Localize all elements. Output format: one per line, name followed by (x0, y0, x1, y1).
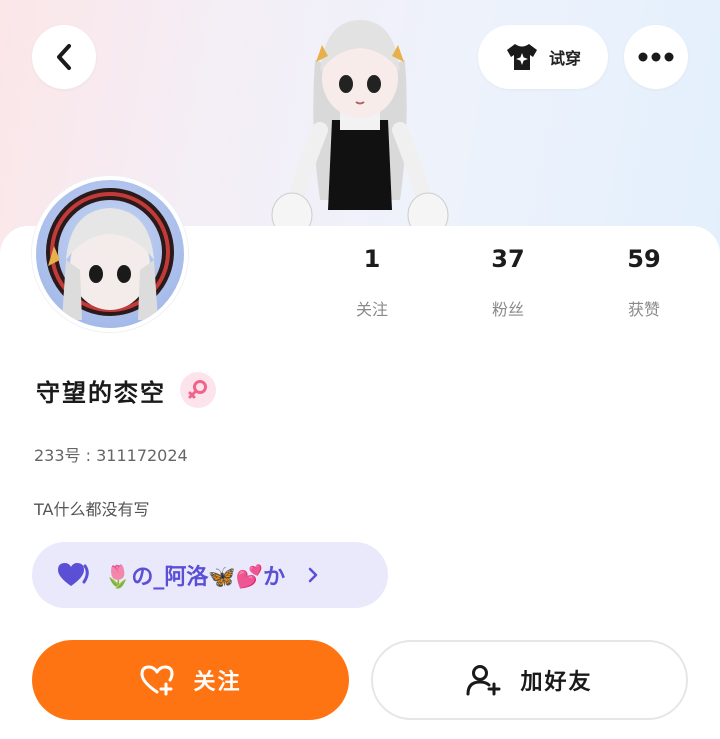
gender-badge (180, 372, 216, 408)
stat-likes-value: 59 (627, 245, 661, 273)
avatar[interactable] (32, 176, 188, 332)
stat-followers-value: 37 (491, 245, 525, 273)
female-icon (188, 380, 207, 399)
stat-likes-label: 获赞 (627, 300, 660, 319)
user-id: 233号 : 311172024 (34, 446, 188, 465)
stat-following[interactable]: 1 关注 (302, 244, 442, 320)
profile-bio: TA什么都没有写 (34, 500, 150, 519)
chevron-right-icon (308, 567, 318, 583)
heart-plus-icon (140, 665, 174, 696)
add-friend-button[interactable]: 加好友 (371, 640, 688, 720)
follow-label: 关注 (193, 670, 242, 695)
profile-stats: 1 关注 37 粉丝 59 获赞 (300, 244, 720, 324)
stat-followers[interactable]: 37 粉丝 (438, 244, 578, 320)
name-row: 守望的枩空 (36, 372, 216, 408)
back-button[interactable] (32, 25, 96, 89)
tag-text: 🌷の_阿洛🦋💕か (104, 565, 286, 590)
follow-button[interactable]: 关注 (32, 640, 349, 720)
chevron-left-icon (57, 44, 71, 70)
stat-following-label: 关注 (355, 300, 388, 319)
character-illustration (271, 20, 449, 238)
try-on-label: 试穿 (548, 49, 581, 68)
stat-followers-label: 粉丝 (491, 300, 524, 319)
more-dots-icon (638, 52, 674, 62)
person-add-icon (466, 665, 501, 696)
avatar-image (46, 188, 174, 320)
heart-badge-icon (58, 563, 89, 586)
stat-following-value: 1 (363, 245, 381, 273)
add-friend-label: 加好友 (520, 670, 593, 695)
tshirt-star-icon (506, 44, 537, 70)
more-button[interactable] (624, 25, 688, 89)
profile-tag[interactable]: 🌷の_阿洛🦋💕か (32, 542, 388, 608)
stat-likes[interactable]: 59 获赞 (574, 244, 714, 320)
try-on-button[interactable]: 试穿 (478, 25, 608, 89)
profile-name: 守望的枩空 (36, 378, 166, 407)
